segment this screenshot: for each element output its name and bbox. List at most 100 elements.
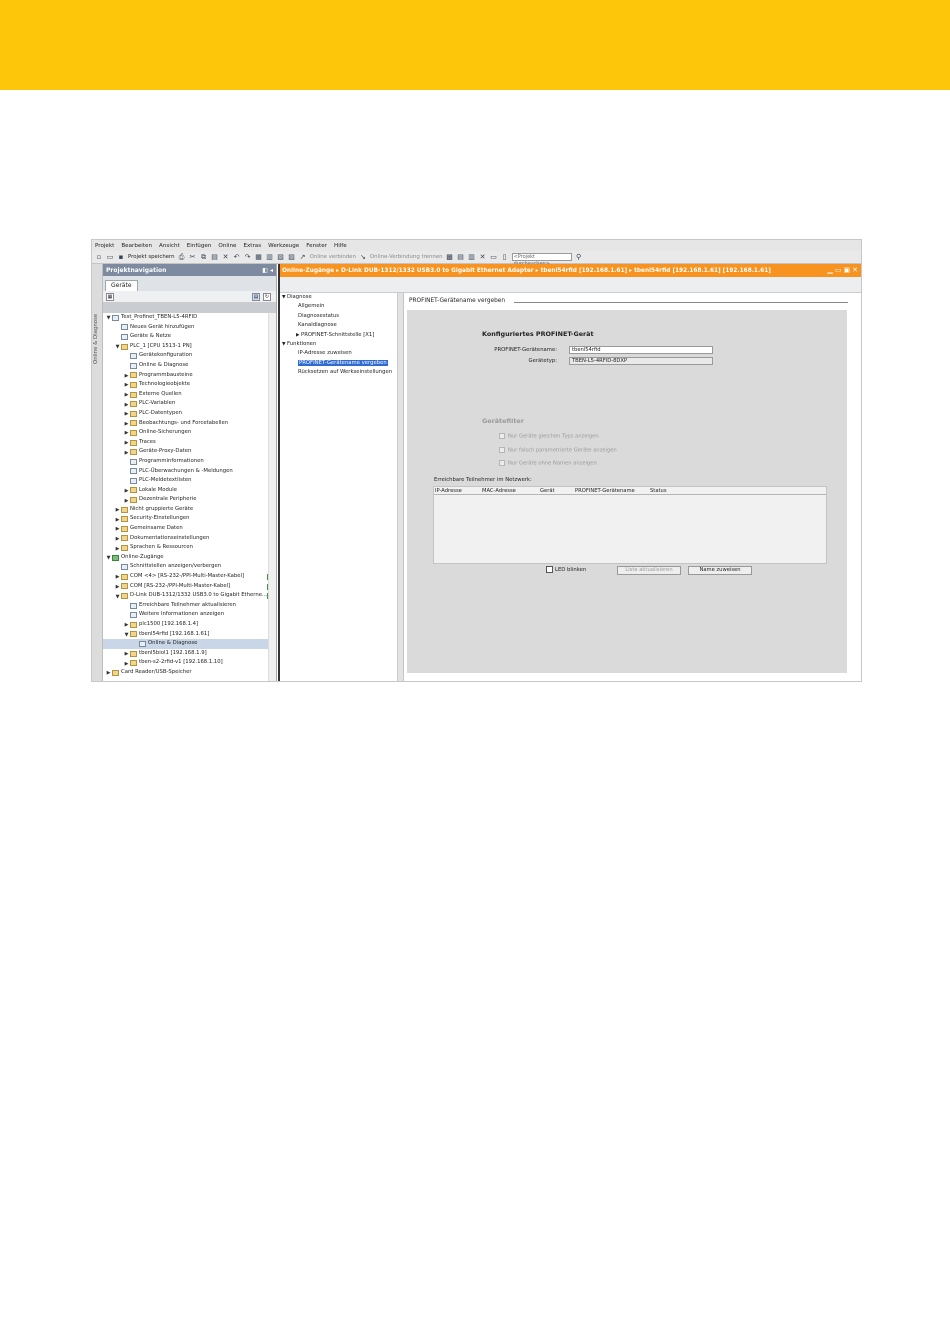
tree-item[interactable]: PLC-Meldetextlisten — [103, 476, 276, 486]
filter-wrong-params-checkbox[interactable]: Nur falsch parametrierte Geräte anzeigen — [499, 447, 617, 454]
tree-item[interactable]: Weitere Informationen anzeigen — [103, 610, 276, 620]
assign-name-button[interactable]: Name zuweisen — [688, 566, 752, 575]
redo-icon[interactable]: ↷ — [244, 253, 252, 261]
diag-nav-item[interactable]: ▶ PROFINET-Schnittstelle [X1] — [280, 331, 397, 340]
menu-item-1[interactable]: Bearbeiten — [121, 243, 152, 249]
details-view-icon[interactable]: ▤ — [252, 293, 260, 301]
save-icon[interactable]: ▪ — [117, 253, 125, 261]
tree-item[interactable]: Online & Diagnose — [103, 639, 276, 649]
diag-nav-item[interactable]: IP-Adresse zuweisen — [280, 349, 397, 358]
diag-nav-item[interactable]: ▼ Funktionen — [280, 340, 397, 349]
tree-item[interactable]: ▶ tben-s2-2rfid-v1 [192.168.1.10] — [103, 658, 276, 668]
tree-item[interactable]: ▶ Programmbausteine — [103, 371, 276, 381]
diag-nav-item[interactable]: Allgemein — [280, 302, 397, 311]
online-connect-button[interactable]: Online verbinden — [310, 254, 356, 260]
cross-reference-icon[interactable]: ▤ — [457, 253, 465, 261]
collapse-panel-icon[interactable]: ◧ ◂ — [262, 267, 273, 274]
online-disconnect-icon[interactable]: ↘ — [359, 253, 367, 261]
tree-item[interactable]: ▶ Sprachen & Ressourcen — [103, 543, 276, 553]
menu-item-2[interactable]: Ansicht — [159, 243, 180, 249]
tree-item[interactable]: ▼ tbenl54rfid [192.168.1.61] — [103, 630, 276, 640]
menu-item-5[interactable]: Extras — [243, 243, 261, 249]
simulation-icon[interactable]: ▨ — [288, 253, 296, 261]
filter-same-type-checkbox[interactable]: Nur Geräte gleichen Typs anzeigen — [499, 433, 599, 440]
tree-item[interactable]: ▶ COM [RS-232-/PPI-Multi-Master-Kabel] — [103, 582, 276, 592]
tree-item[interactable]: Erreichbare Teilnehmer aktualisieren — [103, 601, 276, 611]
show-online-icon[interactable]: ↻ — [263, 293, 271, 301]
undo-icon[interactable]: ↶ — [233, 253, 241, 261]
new-project-icon[interactable]: ▫ — [95, 253, 103, 261]
tree-item[interactable]: ▶ COM <4> [RS-232-/PPI-Multi-Master-Kabel… — [103, 572, 276, 582]
online-diagnose-side-tab[interactable]: Online & Diagnose — [92, 264, 103, 681]
column-ip[interactable]: IP-Adresse — [435, 488, 462, 494]
save-project-button[interactable]: Projekt speichern — [128, 254, 175, 260]
online-disconnect-button[interactable]: Online-Verbindung trennen — [370, 254, 443, 260]
delete-icon[interactable]: ✕ — [222, 253, 230, 261]
column-device[interactable]: Gerät — [540, 488, 555, 494]
diag-nav-item[interactable]: Diagnosestatus — [280, 312, 397, 321]
refresh-list-button[interactable]: Liste aktualisieren — [617, 566, 681, 575]
compile-icon[interactable]: ▦ — [255, 253, 263, 261]
tree-item[interactable]: ▶ PLC-Variablen — [103, 399, 276, 409]
menu-item-8[interactable]: Hilfe — [334, 243, 347, 249]
tree-item[interactable]: ▶ PLC-Datentypen — [103, 409, 276, 419]
tree-item[interactable]: Programminformationen — [103, 457, 276, 467]
search-icon[interactable]: ⚲ — [575, 253, 583, 261]
tree-item[interactable]: Gerätekonfiguration — [103, 351, 276, 361]
menu-item-6[interactable]: Werkzeuge — [268, 243, 299, 249]
tab-geraete[interactable]: Geräte — [105, 280, 138, 291]
cut-icon[interactable]: ✂ — [189, 253, 197, 261]
diag-nav-item[interactable]: ▼ Diagnose — [280, 293, 397, 302]
open-project-icon[interactable]: ▭ — [106, 253, 114, 261]
tree-item[interactable]: ▶ Card Reader/USB-Speicher — [103, 668, 276, 678]
tree-item[interactable]: ▼ Online-Zugänge — [103, 553, 276, 563]
copy-icon[interactable]: ⧉ — [200, 253, 208, 261]
column-mac[interactable]: MAC-Adresse — [482, 488, 516, 494]
close-editor-icon[interactable]: ✕ — [479, 253, 487, 261]
tree-item[interactable]: ▶ Dokumentationseinstellungen — [103, 534, 276, 544]
tree-item[interactable]: ▶ plc1500 [192.168.1.4] — [103, 620, 276, 630]
tree-item[interactable]: ▶ Beobachtungs- und Forcetabellen — [103, 419, 276, 429]
tree-item[interactable]: ▶ Online-Sicherungen — [103, 428, 276, 438]
device-name-field[interactable]: tbenl54rfid — [569, 346, 713, 354]
tree-item[interactable]: PLC-Überwachungen & -Meldungen — [103, 467, 276, 477]
reachable-devices-table[interactable]: IP-Adresse MAC-Adresse Gerät PROFINET-Ge… — [433, 486, 827, 564]
menu-item-4[interactable]: Online — [218, 243, 236, 249]
led-blink-checkbox[interactable]: LED blinken — [546, 566, 586, 573]
tree-item[interactable]: ▶ Traces — [103, 438, 276, 448]
project-search-input[interactable]: <Projekt durchsuchen> — [511, 253, 572, 267]
print-icon[interactable]: ⎙ — [178, 253, 186, 261]
project-tree-scrollbar[interactable] — [268, 313, 276, 681]
window-controls-icon[interactable]: ▁▭▣✕ — [828, 266, 860, 274]
upload-icon[interactable]: ▧ — [277, 253, 285, 261]
diag-nav-item[interactable]: Rücksetzen auf Werkseinstellungen — [280, 368, 397, 377]
tree-item[interactable]: ▶ Geräte-Proxy-Daten — [103, 447, 276, 457]
tree-item[interactable]: ▶ Lokale Module — [103, 486, 276, 496]
tree-item[interactable]: ▶ Nicht gruppierte Geräte — [103, 505, 276, 515]
collapsed-arrow-icon[interactable]: ▶ — [105, 669, 112, 679]
tree-item[interactable]: ▶ Gemeinsame Daten — [103, 524, 276, 534]
split-editor-icon[interactable]: ▥ — [468, 253, 476, 261]
online-connect-icon[interactable]: ↗ — [299, 253, 307, 261]
tree-item[interactable]: Geräte & Netze — [103, 332, 276, 342]
tree-item[interactable]: ▼ D-Link DUB-1312/1332 USB3.0 to Gigabit … — [103, 591, 276, 601]
filter-no-name-checkbox[interactable]: Nur Geräte ohne Namen anzeigen — [499, 460, 597, 467]
menu-item-3[interactable]: Einfügen — [187, 243, 212, 249]
diag-nav-item[interactable]: Kanaldiagnose — [280, 321, 397, 330]
column-profinet-name[interactable]: PROFINET-Gerätename — [575, 488, 635, 494]
menu-item-0[interactable]: Projekt — [95, 243, 114, 249]
menu-item-7[interactable]: Fenster — [306, 243, 327, 249]
split-horizontal-icon[interactable]: ▭ — [490, 253, 498, 261]
split-vertical-icon[interactable]: ▯ — [501, 253, 509, 261]
overview-icon[interactable]: ▦ — [106, 293, 114, 301]
accessible-devices-icon[interactable]: ▩ — [446, 253, 454, 261]
tree-item[interactable]: ▶ Security-Einstellungen — [103, 514, 276, 524]
tree-item[interactable]: ▶ Dezentrale Peripherie — [103, 495, 276, 505]
tree-item[interactable]: ▶ Externe Quellen — [103, 390, 276, 400]
column-status[interactable]: Status — [650, 488, 667, 494]
tree-item[interactable]: Online & Diagnose — [103, 361, 276, 371]
tree-item[interactable]: ▶ Technologieobjekte — [103, 380, 276, 390]
download-icon[interactable]: ▥ — [266, 253, 274, 261]
tree-item[interactable]: Schnittstellen anzeigen/verbergen — [103, 562, 276, 572]
tree-item[interactable]: ▶ tbenl5biol1 [192.168.1.9] — [103, 649, 276, 659]
